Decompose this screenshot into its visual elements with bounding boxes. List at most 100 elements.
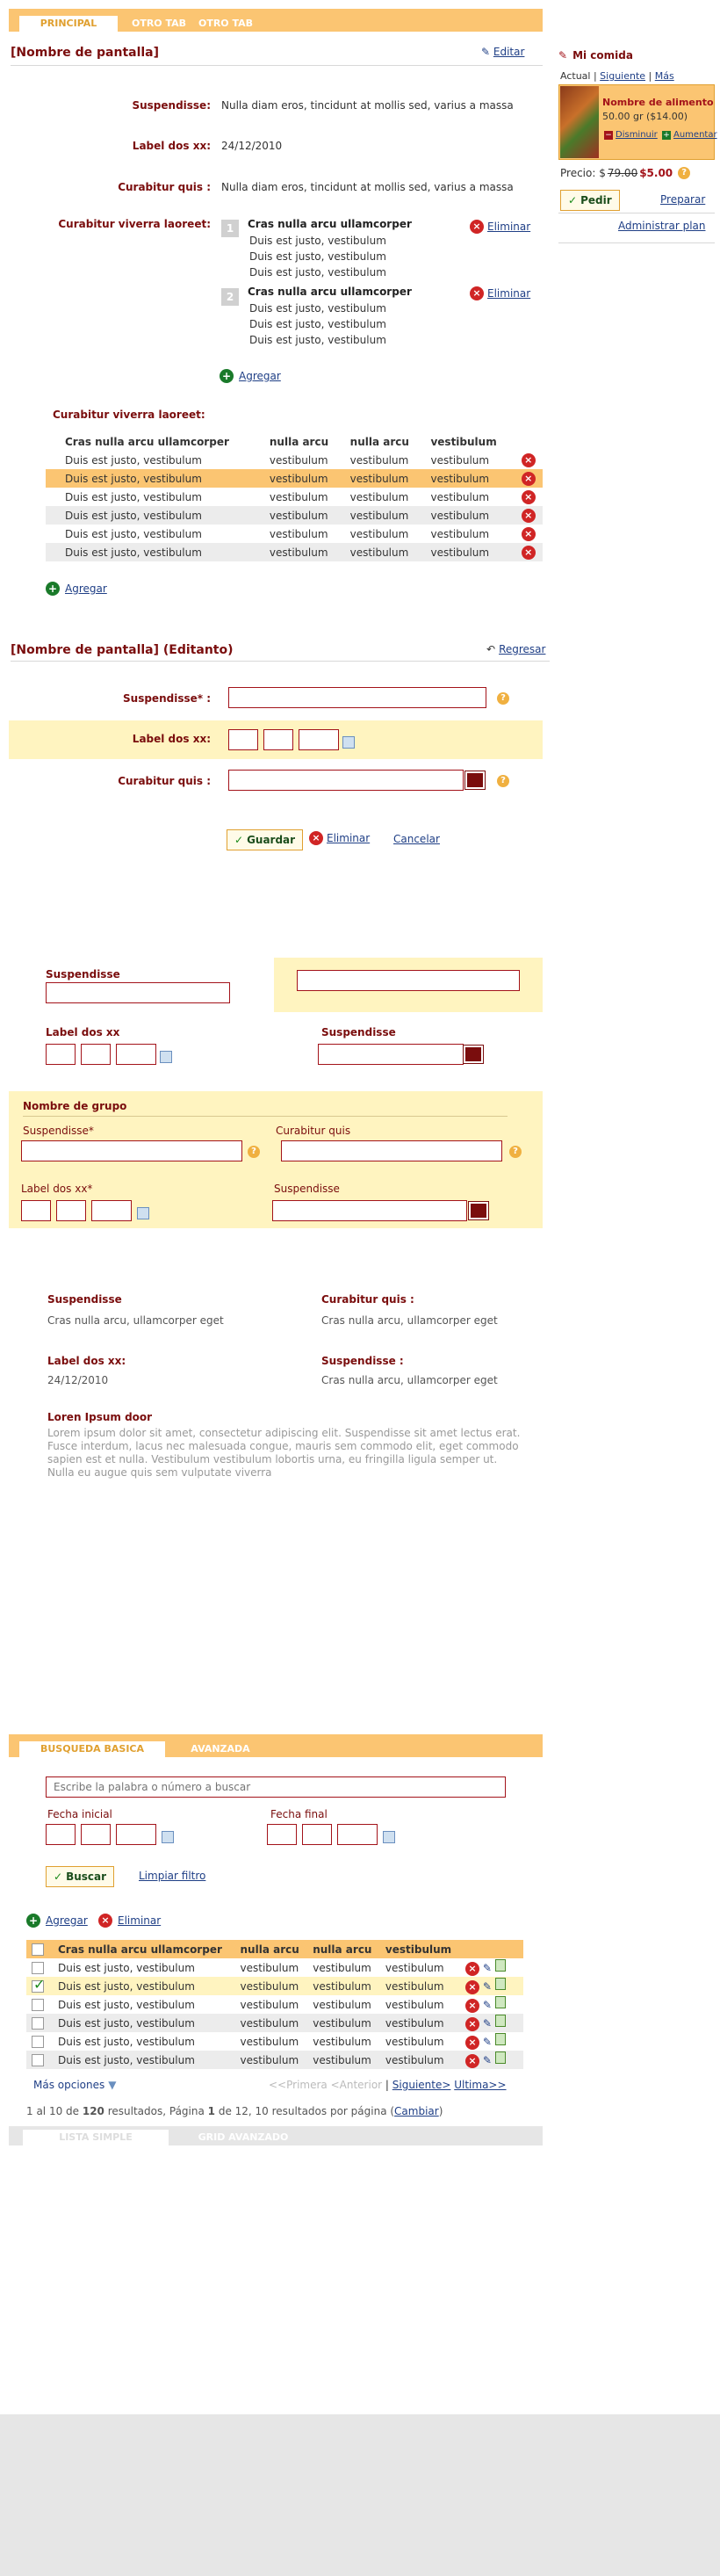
row-checkbox[interactable]	[32, 2035, 44, 2048]
tab-otro-2[interactable]: OTRO TAB	[195, 16, 256, 32]
decrease-button[interactable]: − Disminuir	[604, 130, 658, 140]
column-header[interactable]: nulla arcu	[235, 1940, 308, 1958]
column-header[interactable]: Cras nulla arcu ullamcorper	[53, 1940, 235, 1958]
date-year-input[interactable]	[299, 729, 339, 750]
more-options-toggle[interactable]: Más opciones ▼	[33, 2079, 116, 2091]
end-year-input[interactable]	[337, 1824, 378, 1845]
last-page-link[interactable]: Ultima>>	[454, 2079, 506, 2091]
date-day-input[interactable]	[21, 1200, 51, 1221]
tab-basic-search[interactable]: BUSQUEDA BASICA	[19, 1741, 165, 1757]
help-icon[interactable]: ?	[248, 1146, 260, 1158]
start-day-input[interactable]	[46, 1824, 76, 1845]
tab-advanced-grid[interactable]: GRID AVANZADO	[186, 2130, 300, 2145]
help-icon[interactable]: ?	[497, 692, 509, 705]
table-row[interactable]: Duis est justo, vestibulum vestibulum vest…	[46, 469, 543, 488]
end-month-input[interactable]	[302, 1824, 332, 1845]
change-page-size-link[interactable]: Cambiar	[394, 2105, 439, 2117]
add-link[interactable]: + Agregar	[220, 369, 281, 383]
select-all-checkbox[interactable]	[32, 1943, 44, 1956]
table-row[interactable]: Duis est justo, vestibulum vestibulum vest…	[46, 525, 543, 543]
end-day-input[interactable]	[267, 1824, 297, 1845]
group-suspendisse-input[interactable]	[21, 1140, 242, 1161]
delete-icon[interactable]: ×	[465, 2036, 479, 2050]
delete-icon[interactable]: ×	[521, 508, 536, 523]
order-button[interactable]: ✓ Pedir	[560, 190, 620, 211]
date-day-input[interactable]	[228, 729, 258, 750]
edit-link[interactable]: ✎ Editar	[481, 46, 524, 58]
save-button[interactable]: ✓ Guardar	[227, 829, 304, 850]
edit-icon[interactable]: ✎	[483, 2054, 492, 2066]
calendar-icon[interactable]	[342, 736, 355, 749]
table-row[interactable]: Duis est justo, vestibulum vestibulum vest…	[26, 1958, 523, 1977]
delete-icon[interactable]: ×	[465, 1999, 479, 2013]
calendar-icon[interactable]	[162, 1831, 174, 1843]
row-checkbox[interactable]	[32, 2053, 44, 2066]
date-month-input[interactable]	[263, 729, 293, 750]
lookup-picker-icon[interactable]	[464, 771, 486, 790]
edit-icon[interactable]: ✎	[483, 1962, 492, 1974]
table-row[interactable]: Duis est justo, vestibulum vestibulum vest…	[46, 506, 543, 525]
table-row[interactable]: Duis est justo, vestibulum vestibulum vest…	[46, 488, 543, 506]
calendar-icon[interactable]	[383, 1831, 395, 1843]
increase-button[interactable]: + Aumentar	[662, 130, 717, 140]
table-row[interactable]: Duis est justo, vestibulum vestibulum vest…	[26, 1995, 523, 2014]
date-year-input[interactable]	[91, 1200, 132, 1221]
group-suspendisse-lookup-input[interactable]	[272, 1200, 467, 1221]
document-icon[interactable]	[494, 1996, 506, 2008]
column-header[interactable]: nulla arcu	[307, 1940, 380, 1958]
help-icon[interactable]: ?	[497, 775, 509, 787]
delete-link[interactable]: × Eliminar	[470, 220, 530, 234]
table-row[interactable]: Duis est justo, vestibulum vestibulum vest…	[46, 451, 543, 469]
delete-icon[interactable]: ×	[465, 2017, 479, 2031]
curabitur-input[interactable]	[228, 770, 464, 791]
edit-icon[interactable]: ✎	[483, 2036, 492, 2048]
start-month-input[interactable]	[81, 1824, 111, 1845]
calendar-icon[interactable]	[160, 1051, 172, 1063]
row-checkbox[interactable]	[32, 1998, 44, 2011]
search-input[interactable]	[46, 1776, 506, 1798]
edit-icon[interactable]: ✎	[483, 2017, 492, 2030]
row-checkbox[interactable]: ✓	[32, 1976, 45, 1993]
calendar-icon[interactable]	[137, 1207, 149, 1219]
row-checkbox[interactable]	[32, 2016, 44, 2030]
delete-link[interactable]: × Eliminar	[309, 831, 370, 845]
sidebar-next-link[interactable]: Siguiente	[600, 70, 645, 82]
prepare-link[interactable]: Preparar	[660, 193, 705, 206]
delete-icon[interactable]: ×	[521, 452, 536, 467]
delete-icon[interactable]: ×	[521, 526, 536, 541]
document-icon[interactable]	[494, 1959, 506, 1972]
admin-plan-link[interactable]: Administrar plan	[618, 220, 705, 232]
table-row[interactable]: ✓ Duis est justo, vestibulum vestibulum ve…	[26, 1976, 523, 1995]
help-icon[interactable]: ?	[509, 1146, 522, 1158]
delete-icon[interactable]: ×	[465, 1980, 479, 1994]
sidebar-more-link[interactable]: Más	[655, 70, 674, 82]
suspendisse-input[interactable]	[228, 687, 486, 708]
results-add-link[interactable]: + Agregar	[26, 1914, 88, 1928]
table-row[interactable]: Duis est justo, vestibulum vestibulum vest…	[26, 2051, 523, 2069]
delete-icon[interactable]: ×	[521, 489, 536, 504]
date-year-input[interactable]	[116, 1044, 156, 1065]
date-day-input[interactable]	[46, 1044, 76, 1065]
delete-link[interactable]: × Eliminar	[470, 286, 530, 300]
date-month-input[interactable]	[56, 1200, 86, 1221]
document-icon[interactable]	[494, 2051, 506, 2064]
document-icon[interactable]	[494, 2015, 506, 2027]
results-delete-link[interactable]: × Eliminar	[98, 1914, 161, 1928]
table-row[interactable]: Duis est justo, vestibulum vestibulum vest…	[26, 2014, 523, 2032]
document-icon[interactable]	[494, 2033, 506, 2045]
cancel-link[interactable]: Cancelar	[393, 833, 440, 845]
table-add-link[interactable]: + Agregar	[46, 582, 107, 596]
suspendisse-input[interactable]	[46, 982, 230, 1003]
help-icon[interactable]: ?	[678, 167, 691, 179]
suspendisse-lookup-input[interactable]	[318, 1044, 464, 1065]
tab-simple-list[interactable]: LISTA SIMPLE	[23, 2130, 169, 2145]
tab-advanced-search[interactable]: AVANZADA	[172, 1741, 269, 1757]
lookup-picker-icon[interactable]	[463, 1045, 484, 1064]
date-month-input[interactable]	[81, 1044, 111, 1065]
document-icon[interactable]	[494, 1978, 506, 1990]
row-checkbox[interactable]	[32, 1961, 44, 1974]
tab-otro-1[interactable]: OTRO TAB	[128, 16, 190, 32]
clear-filter-link[interactable]: Limpiar filtro	[139, 1870, 205, 1882]
group-curabitur-input[interactable]	[281, 1140, 502, 1161]
next-page-link[interactable]: Siguiente>	[392, 2079, 451, 2091]
